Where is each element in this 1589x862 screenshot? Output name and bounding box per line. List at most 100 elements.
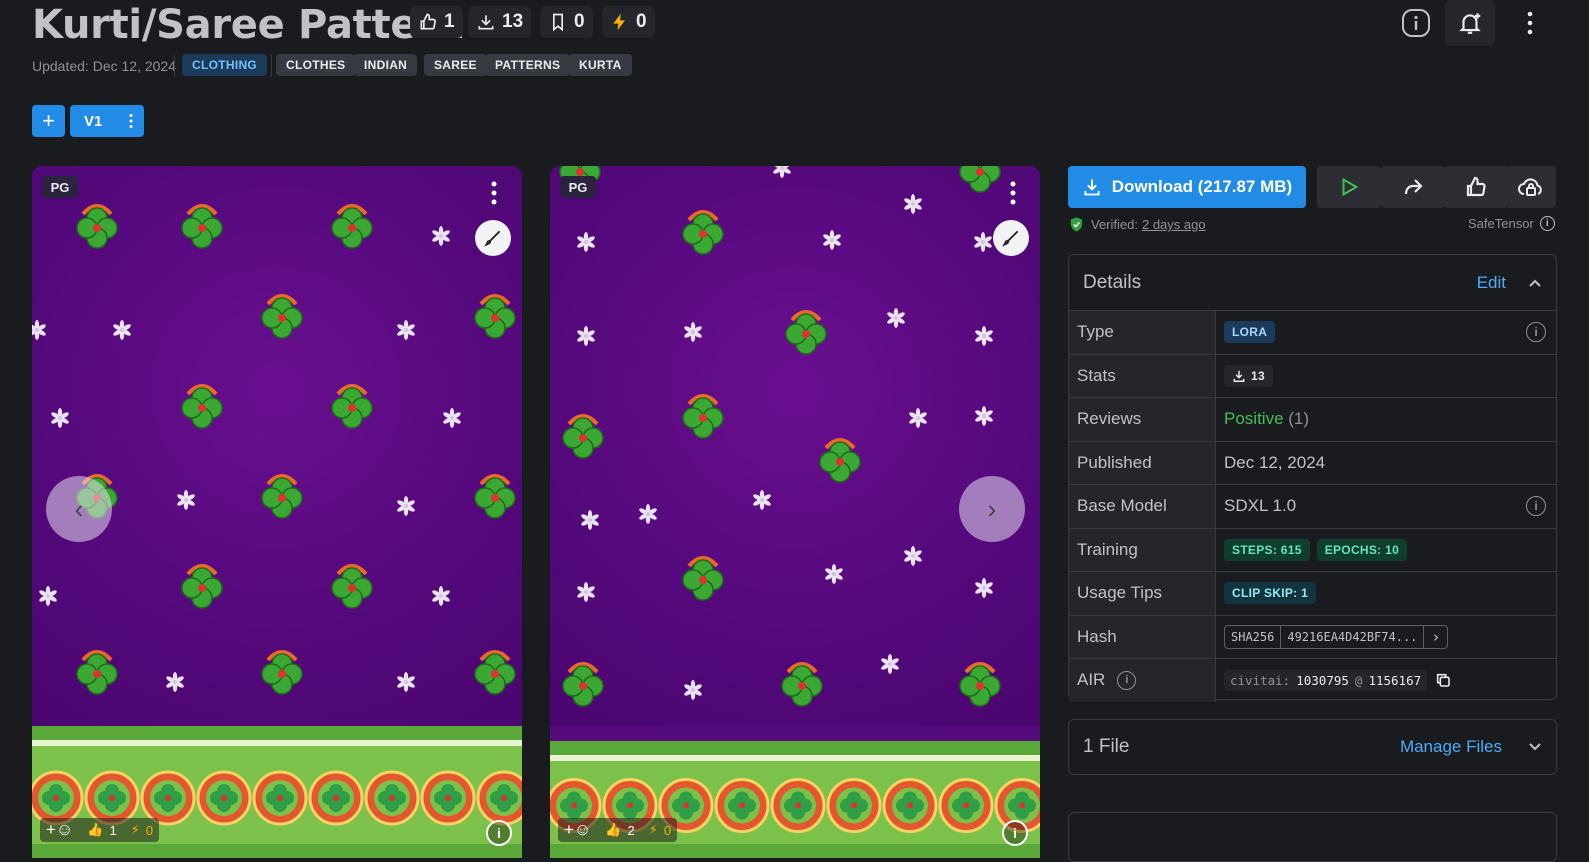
reaction-bar[interactable]: +☺ 👍 2 ⚡ 0: [558, 818, 678, 842]
gallery-image-1[interactable]: PG ‹ +☺ 👍 1 ⚡ 0 i: [32, 166, 522, 858]
gallery-image-2[interactable]: PG › +☺ 👍 2 ⚡ 0 i: [550, 166, 1040, 858]
row-key: Hash: [1069, 615, 1216, 658]
row-key: Training: [1069, 528, 1216, 571]
dots-vertical-icon[interactable]: [490, 180, 498, 206]
air-identifier[interactable]: civitai: 1030795 @ 1156167: [1224, 669, 1428, 691]
download-stat[interactable]: 13: [468, 6, 532, 38]
thumbs-up-icon: [420, 13, 436, 30]
remix-button[interactable]: [475, 220, 511, 256]
air-version-id: 1156167: [1368, 672, 1422, 688]
tag-kurta[interactable]: KURTA: [569, 54, 632, 76]
share-icon: [1404, 179, 1423, 195]
thumbs-up-emoji-icon[interactable]: 👍: [605, 822, 621, 838]
tag-patterns[interactable]: PATTERNS: [485, 54, 571, 76]
row-key: Stats: [1069, 354, 1216, 397]
bookmark-stat[interactable]: 0: [540, 6, 593, 38]
dots-vertical-icon[interactable]: [1009, 180, 1017, 206]
add-version-button[interactable]: +: [32, 105, 65, 137]
info-button[interactable]: [1391, 0, 1441, 46]
remix-button[interactable]: [993, 220, 1029, 256]
version-tab-v1[interactable]: V1: [70, 105, 144, 137]
detail-row-air: AIR i civitai: 1030795 @ 1156167: [1069, 658, 1556, 702]
more-options-button[interactable]: [1505, 0, 1555, 46]
hash-box[interactable]: SHA256 49216EA4D42BF74... ›: [1224, 624, 1449, 649]
info-icon[interactable]: i: [1526, 496, 1546, 517]
edit-link[interactable]: Edit: [1477, 273, 1506, 293]
detail-row-hash: Hash SHA256 49216EA4D42BF74... ›: [1069, 614, 1556, 658]
detail-row-training: Training STEPS: 615 EPOCHS: 10: [1069, 527, 1556, 571]
published-date: Dec 12, 2024: [1224, 452, 1326, 472]
air-key: AIR: [1077, 670, 1106, 690]
pattern-area: [550, 166, 1040, 726]
buzz-icon[interactable]: ⚡: [131, 822, 140, 838]
thumbs-up-icon: [1466, 176, 1486, 197]
creator-card: [1068, 812, 1557, 862]
row-key: Reviews: [1069, 398, 1216, 441]
prev-image-button[interactable]: ‹: [46, 476, 112, 542]
download-count: 13: [502, 11, 524, 32]
details-header[interactable]: Details Edit: [1069, 255, 1556, 311]
bookmark-count: 0: [574, 11, 585, 32]
chevron-right-icon[interactable]: ›: [1423, 625, 1447, 648]
tag-indian[interactable]: INDIAN: [354, 54, 418, 76]
tag-saree[interactable]: SAREE: [424, 54, 487, 76]
image-info-button[interactable]: i: [486, 820, 512, 846]
review-count: (1): [1288, 409, 1310, 429]
divider: [174, 55, 175, 77]
reaction-bar[interactable]: +☺ 👍 1 ⚡ 0: [40, 818, 160, 842]
row-key: Usage Tips: [1069, 572, 1216, 615]
download-button[interactable]: Download (217.87 MB): [1068, 166, 1306, 208]
review-sentiment[interactable]: Positive: [1224, 409, 1284, 429]
chevron-up-icon[interactable]: [1528, 278, 1542, 288]
brush-icon: [1002, 230, 1019, 247]
category-tag[interactable]: CLOTHING: [182, 54, 268, 76]
floral-motif-pattern: [32, 204, 516, 695]
hash-value[interactable]: 49216EA4D42BF74...: [1281, 626, 1423, 648]
chevron-left-icon: ‹: [74, 493, 84, 524]
add-reaction-icon[interactable]: +☺: [564, 820, 591, 840]
detail-row-type: Type LORA i: [1069, 310, 1556, 354]
like-button[interactable]: [1444, 166, 1508, 208]
hash-algo[interactable]: SHA256: [1225, 625, 1282, 648]
download-icon: [1084, 179, 1100, 196]
download-label: Download (217.87 MB): [1111, 177, 1293, 196]
verified-date-link[interactable]: 2 days ago: [1142, 217, 1206, 232]
play-icon: [1342, 177, 1359, 197]
buzz-icon[interactable]: ⚡: [649, 822, 658, 838]
detail-row-reviews: Reviews Positive (1): [1069, 397, 1556, 441]
like-count: 1: [109, 822, 117, 838]
download-icon: [478, 15, 494, 30]
manage-files-link[interactable]: Manage Files: [1400, 737, 1502, 757]
run-button[interactable]: [1317, 166, 1381, 208]
row-key: Base Model: [1069, 485, 1216, 528]
info-icon[interactable]: i: [1117, 670, 1137, 690]
files-panel[interactable]: 1 File Manage Files: [1068, 719, 1557, 775]
copy-icon[interactable]: [1435, 672, 1451, 688]
brush-icon: [484, 230, 501, 247]
notify-button[interactable]: [1445, 0, 1495, 46]
dots-vertical-icon[interactable]: [128, 113, 134, 129]
chevron-down-icon[interactable]: [1528, 742, 1542, 752]
divider: [271, 55, 272, 77]
image-info-button[interactable]: i: [1002, 820, 1028, 846]
page-title: Kurti/Saree Pattern: [32, 2, 465, 48]
buzz-count: 0: [663, 822, 672, 838]
info-icon[interactable]: i: [1539, 216, 1555, 231]
detail-row-usage-tips: Usage Tips CLIP SKIP: 1: [1069, 571, 1556, 615]
tag-clothes[interactable]: CLOTHES: [276, 54, 356, 76]
share-button[interactable]: [1381, 166, 1445, 208]
floral-motif-pattern: [559, 166, 1001, 707]
thumbs-up-emoji-icon[interactable]: 👍: [87, 822, 103, 838]
verified-prefix: Verified:: [1091, 217, 1138, 232]
like-count: 2: [627, 822, 635, 838]
cloud-save-button[interactable]: [1506, 166, 1556, 208]
next-image-button[interactable]: ›: [959, 476, 1025, 542]
buzz-count: 0: [145, 822, 154, 838]
type-badge: LORA: [1224, 321, 1276, 344]
buzz-stat[interactable]: 0: [602, 6, 655, 38]
like-stat[interactable]: 1: [410, 6, 463, 38]
add-reaction-icon[interactable]: +☺: [46, 820, 73, 840]
info-icon[interactable]: i: [1526, 322, 1546, 343]
row-key: Type: [1069, 311, 1216, 354]
details-title: Details: [1083, 271, 1142, 293]
